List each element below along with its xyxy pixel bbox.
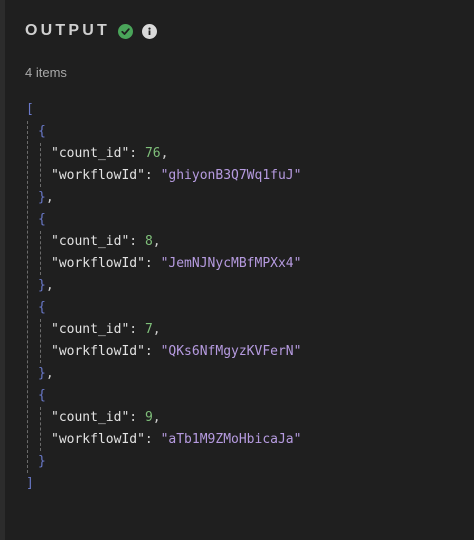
object-open-line: { <box>26 297 301 319</box>
object-close-brace: } <box>38 190 46 205</box>
workflow-id-row: "workflowId": "QKs6NfMgyzKVFerN" <box>51 344 302 359</box>
workflow-id-value: "ghiyonB3Q7Wq1fuJ" <box>160 168 302 183</box>
object-close-line: } <box>26 451 301 473</box>
workflow-id-value: "JemNJNycMBfMPXx4" <box>160 256 302 271</box>
workflow-id-row: "workflowId": "JemNJNycMBfMPXx4" <box>51 256 302 271</box>
count-id-key: "count_id" <box>51 410 130 425</box>
array-close-line: ] <box>26 473 301 495</box>
array-open-line: [ <box>26 99 301 121</box>
item-count: 4 items <box>25 65 67 80</box>
info-icon[interactable] <box>141 23 157 39</box>
count-id-row: "count_id": 8, <box>51 234 161 249</box>
output-panel: OUTPUT 4 items [ { "count_id": 76, "work… <box>0 0 474 540</box>
count-id-key: "count_id" <box>51 146 130 161</box>
object-open-brace: { <box>38 212 46 227</box>
array-open-bracket: [ <box>26 102 34 117</box>
count-id-row: "count_id": 9, <box>51 410 161 425</box>
workflow-id-row: "workflowId": "aTb1M9ZMoHbicaJa" <box>51 432 302 447</box>
array-close-bracket: ] <box>26 476 34 491</box>
panel-title: OUTPUT <box>25 22 110 39</box>
object-open-line: { <box>26 385 301 407</box>
workflow-id-key: "workflowId" <box>51 432 145 447</box>
object-close-brace: } <box>38 454 46 469</box>
panel-left-edge <box>0 0 5 540</box>
count-id-value: 76 <box>144 146 161 161</box>
object-close-line: }, <box>38 190 54 205</box>
count-id-row: "count_id": 7, <box>51 322 161 337</box>
workflow-id-value: "aTb1M9ZMoHbicaJa" <box>160 432 302 447</box>
object-open-brace: { <box>38 300 46 315</box>
object-close-line: }, <box>38 278 54 293</box>
output-header: OUTPUT <box>25 20 157 42</box>
object-open-line: { <box>26 121 301 143</box>
object-open-line: { <box>26 209 301 231</box>
json-output: [ { "count_id": 76, "workflowId": "ghiyo… <box>26 99 301 495</box>
object-close-brace: } <box>38 278 46 293</box>
workflow-id-key: "workflowId" <box>51 168 145 183</box>
object-open-brace: { <box>38 124 46 139</box>
workflow-id-row: "workflowId": "ghiyonB3Q7Wq1fuJ" <box>51 168 302 183</box>
object-open-brace: { <box>38 388 46 403</box>
workflow-id-key: "workflowId" <box>51 256 145 271</box>
count-id-value: 8 <box>144 234 153 249</box>
count-id-value: 9 <box>144 410 153 425</box>
count-id-value: 7 <box>144 322 153 337</box>
count-id-row: "count_id": 76, <box>51 146 169 161</box>
count-id-key: "count_id" <box>51 234 130 249</box>
object-close-line: }, <box>38 366 54 381</box>
check-circle-icon <box>117 23 133 39</box>
count-id-key: "count_id" <box>51 322 130 337</box>
workflow-id-key: "workflowId" <box>51 344 145 359</box>
object-close-brace: } <box>38 366 46 381</box>
workflow-id-value: "QKs6NfMgyzKVFerN" <box>160 344 302 359</box>
